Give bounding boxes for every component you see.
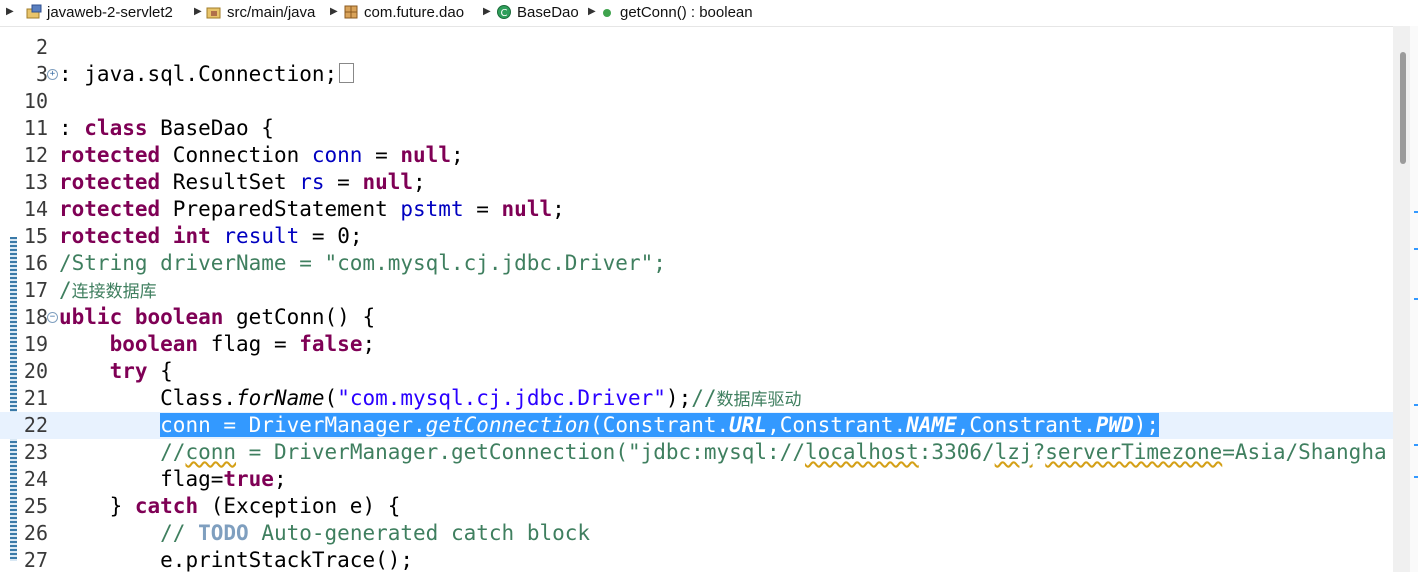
code-text[interactable]: boolean flag = false;	[59, 331, 376, 358]
code-line[interactable]: 16/String driverName = "com.mysql.cj.jdb…	[0, 250, 1393, 277]
code-line[interactable]: 22 conn = DriverManager.getConnection(Co…	[0, 412, 1393, 439]
fold-collapse-icon[interactable]: −	[47, 312, 58, 323]
line-number: 21	[23, 386, 48, 410]
code-text[interactable]: /String driverName = "com.mysql.cj.jdbc.…	[59, 250, 666, 277]
line-number: 13	[23, 170, 48, 194]
code-text[interactable]: conn = DriverManager.getConnection(Const…	[59, 412, 1160, 439]
code-text[interactable]: //conn = DriverManager.getConnection("jd…	[59, 439, 1386, 466]
overview-marker[interactable]	[1414, 211, 1418, 213]
line-number: 12	[23, 143, 48, 167]
code-line[interactable]: 23 //conn = DriverManager.getConnection(…	[0, 439, 1393, 466]
code-text[interactable]: rotected Connection conn = null;	[59, 142, 464, 169]
breadcrumb-package[interactable]: com.future.dao	[364, 4, 464, 21]
overview-marker[interactable]	[1414, 404, 1418, 406]
code-line[interactable]: 17/连接数据库	[0, 277, 1393, 304]
line-number: 25	[23, 494, 48, 518]
code-line[interactable]: 18− ublic boolean getConn() {	[0, 304, 1393, 331]
line-number: 14	[23, 197, 48, 221]
line-number: 23	[23, 440, 48, 464]
chevron-right-icon[interactable]: ▶	[6, 6, 14, 17]
chevron-right-icon[interactable]: ▶	[194, 6, 202, 17]
public-method-icon	[603, 9, 611, 17]
breadcrumb-class[interactable]: BaseDao	[517, 4, 579, 21]
code-line[interactable]: 12 rotected Connection conn = null;	[0, 142, 1393, 169]
selected-text[interactable]: conn = DriverManager.getConnection(Const…	[160, 413, 1160, 437]
code-line[interactable]: 10	[0, 88, 1393, 115]
code-text[interactable]: rotected int result = 0;	[59, 223, 362, 250]
code-line[interactable]: 24 flag=true;	[0, 466, 1393, 493]
line-number: 27	[23, 548, 48, 572]
code-text[interactable]: rotected ResultSet rs = null;	[59, 169, 426, 196]
line-number: 18	[23, 305, 48, 329]
source-folder-icon	[206, 7, 221, 19]
code-line[interactable]: 27 e.printStackTrace();	[0, 547, 1393, 572]
code-text[interactable]: e.printStackTrace();	[59, 547, 413, 572]
line-number: 24	[23, 467, 48, 491]
code-line[interactable]: 3 +: java.sql.Connection;	[0, 61, 1393, 88]
code-editor[interactable]: 2 3 +: java.sql.Connection; 10 11: class Bas…	[0, 26, 1418, 572]
code-line[interactable]: 11 : class BaseDao {	[0, 115, 1393, 142]
line-number: 26	[23, 521, 48, 545]
code-text[interactable]: flag=true;	[59, 466, 286, 493]
java-project-icon	[26, 4, 42, 19]
code-line[interactable]: 26 // TODO Auto-generated catch block	[0, 520, 1393, 547]
overview-marker[interactable]	[1414, 444, 1418, 446]
class-icon: C	[497, 5, 511, 19]
line-number: 15	[23, 224, 48, 248]
overview-marker[interactable]	[1414, 476, 1418, 478]
chevron-right-icon[interactable]: ▶	[330, 6, 338, 17]
code-line[interactable]: 20 try {	[0, 358, 1393, 385]
line-number: 17	[23, 278, 48, 302]
chevron-right-icon[interactable]: ▶	[588, 6, 596, 17]
code-line[interactable]: 21 Class.forName("com.mysql.cj.jdbc.Driv…	[0, 385, 1393, 412]
line-number: 22	[23, 413, 48, 437]
chevron-right-icon[interactable]: ▶	[483, 6, 491, 17]
scrollbar-thumb[interactable]	[1400, 52, 1406, 164]
line-number: 3	[35, 62, 48, 86]
svg-text:C: C	[501, 8, 508, 19]
code-text[interactable]: : class BaseDao {	[59, 115, 274, 142]
line-number: 19	[23, 332, 48, 356]
overview-marker[interactable]	[1414, 248, 1418, 250]
code-line[interactable]: 14 rotected PreparedStatement pstmt = nul…	[0, 196, 1393, 223]
code-line[interactable]: 2	[0, 34, 1393, 61]
code-text[interactable]: } catch (Exception e) {	[59, 493, 401, 520]
line-number: 10	[23, 89, 48, 113]
code-line[interactable]: 25 } catch (Exception e) {	[0, 493, 1393, 520]
breadcrumb-method[interactable]: getConn() : boolean	[620, 4, 753, 21]
collapsed-import-box[interactable]	[339, 63, 355, 83]
code-line[interactable]: 13 rotected ResultSet rs = null;	[0, 169, 1393, 196]
code-text[interactable]: /连接数据库	[59, 277, 157, 306]
line-number: 20	[23, 359, 48, 383]
breadcrumb: ▶ javaweb-2-servlet2 ▶ src/main/java ▶ c…	[0, 0, 1418, 27]
package-icon	[344, 5, 358, 19]
breadcrumb-folder[interactable]: src/main/java	[227, 4, 315, 21]
line-number: 16	[23, 251, 48, 275]
code-line[interactable]: 15 rotected int result = 0;	[0, 223, 1393, 250]
code-text[interactable]: try {	[59, 358, 173, 385]
code-text[interactable]: : java.sql.Connection;	[59, 61, 355, 88]
code-text[interactable]: // TODO Auto-generated catch block	[59, 520, 590, 547]
code-text[interactable]: ublic boolean getConn() {	[59, 304, 375, 331]
code-line[interactable]: 19 boolean flag = false;	[0, 331, 1393, 358]
code-text[interactable]: Class.forName("com.mysql.cj.jdbc.Driver"…	[59, 385, 801, 414]
line-number: 2	[35, 35, 48, 59]
breadcrumb-project[interactable]: javaweb-2-servlet2	[47, 4, 173, 21]
code-text[interactable]: rotected PreparedStatement pstmt = null;	[59, 196, 565, 223]
line-number: 11	[23, 116, 48, 140]
overview-marker[interactable]	[1414, 298, 1418, 300]
fold-expand-icon[interactable]: +	[47, 69, 58, 80]
